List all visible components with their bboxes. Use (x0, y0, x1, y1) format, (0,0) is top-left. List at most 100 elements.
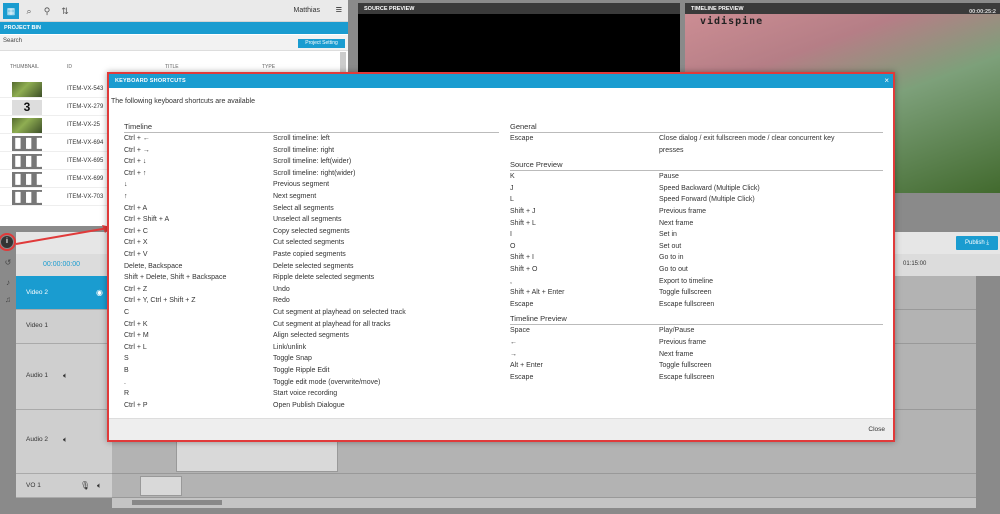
shortcut-description: Set in (659, 231, 677, 239)
section-title: Timeline (124, 122, 153, 131)
track-name: VO 1 (26, 482, 41, 489)
track-video-2[interactable]: Video 2 ◉ (16, 276, 112, 310)
track-name: Video 1 (26, 322, 48, 329)
shortcut-description: Cut segment at playhead for all tracks (273, 320, 391, 328)
column-header-title[interactable]: TITLE (165, 64, 179, 70)
audio-waveform-thumbnail: ▐▌▐▌▐▌ (12, 190, 45, 205)
timeline-preview-timecode: 00:00:25:2 (969, 9, 996, 15)
audio-waveform-thumbnail: ▐▌▐▌▐▌ (12, 154, 45, 169)
row-id: ITEM-VX-703 (67, 194, 104, 200)
shortcut-description: Previous frame (659, 339, 707, 346)
shortcut-description: Go to out (659, 266, 688, 273)
shortcut-description: Previous frame (659, 208, 707, 215)
shortcut-description: Cut segment at playhead on selected trac… (273, 309, 406, 316)
shortcut-key: Ctrl + Y, Ctrl + Shift + Z (124, 297, 196, 305)
shortcut-key: Ctrl + ↓ (124, 158, 147, 166)
shortcut-description: Play/Pause (659, 327, 695, 335)
column-header-type[interactable]: TYPE (262, 64, 275, 70)
microphone-icon[interactable]: 🎙︎ (80, 481, 90, 490)
search-input[interactable]: Search (3, 38, 173, 48)
shortcut-description: Previous segment (273, 181, 330, 189)
shortcut-key: S (124, 355, 129, 363)
shortcut-key: Ctrl + V (124, 251, 148, 258)
user-name[interactable]: Matthias (294, 7, 320, 14)
audio-clip[interactable] (176, 440, 338, 472)
close-button[interactable]: Close (868, 426, 885, 433)
filter-icon[interactable]: ⚲ (39, 3, 55, 19)
undo-icon[interactable]: ↺ (2, 257, 14, 269)
shortcut-description: Select all segments (273, 204, 334, 212)
info-icon[interactable]: i (0, 233, 16, 251)
column-header-thumbnail[interactable]: THUMBNAIL (10, 64, 39, 70)
shortcut-key: . (124, 378, 126, 386)
shortcut-key: ↑ (124, 193, 128, 200)
shortcut-key: Shift + Alt + Enter (510, 289, 565, 297)
shortcut-description: Next frame (659, 219, 694, 227)
shortcut-key: Escape (510, 300, 534, 308)
shortcut-key: R (124, 390, 130, 398)
section-title: Source Preview (510, 160, 563, 170)
track-name: Audio 1 (26, 372, 49, 379)
track-video-1[interactable]: Video 1 (16, 310, 112, 344)
shortcut-description: Toggle Ripple Edit (273, 367, 330, 374)
track-audio-2[interactable]: Audio 2 🔈︎ (16, 410, 112, 474)
timeline-scrollbar[interactable] (112, 498, 976, 508)
speaker-icon[interactable]: 🔈︎ (97, 481, 102, 491)
timeline-scroll-thumb[interactable] (132, 500, 222, 505)
item-thumbnail (12, 82, 42, 97)
speaker-icon[interactable]: 🔈︎ (63, 435, 68, 445)
audio-waveform-thumbnail: ▐▌▐▌▐▌ (12, 136, 45, 151)
speaker-icon[interactable]: 🔈︎ (63, 371, 68, 381)
voice-clip[interactable] (140, 476, 182, 496)
row-id: ITEM-VX-694 (67, 140, 104, 146)
vidispine-logo: vidispine (700, 16, 764, 27)
shortcut-description: Undo (273, 285, 290, 293)
shortcut-key: B (124, 367, 129, 374)
shortcut-description: Speed Backward (Multiple Click) (659, 184, 760, 192)
timeline-start-time: 00:00:00:00 (43, 261, 80, 268)
row-id: ITEM-VX-699 (67, 176, 104, 182)
shortcut-key: Shift + O (510, 266, 538, 273)
shortcut-description: Toggle fullscreen (659, 289, 712, 297)
shortcut-description: Escape fullscreen (659, 373, 715, 381)
shortcut-key: ↓ (124, 181, 128, 189)
column-header-id[interactable]: ID (67, 64, 72, 70)
item-thumbnail (12, 118, 42, 133)
shortcut-description: Unselect all segments (273, 216, 342, 224)
track-vo-1[interactable]: VO 1 🎙︎ 🔈︎ (16, 474, 112, 498)
track-area-vo-1[interactable] (112, 474, 976, 498)
shortcut-key: I (510, 231, 512, 239)
grid-view-icon[interactable]: ▦ (3, 3, 19, 19)
track-audio-1[interactable]: Audio 1 🔈︎ (16, 344, 112, 410)
shortcut-key: O (510, 242, 516, 250)
shortcut-description: Ripple delete selected segments (273, 274, 375, 282)
shortcut-key: Shift + J (510, 208, 536, 215)
menu-icon[interactable]: ≡ (336, 4, 342, 16)
sort-icon[interactable]: ⇅ (57, 3, 73, 19)
audio-track-add-icon[interactable]: ♪ (2, 277, 14, 289)
project-setting-button[interactable]: Project Setting (298, 39, 345, 48)
shortcut-key: L (510, 196, 514, 204)
audio-track-remove-icon[interactable]: ♫ (2, 294, 14, 306)
shortcut-description: Start voice recording (273, 390, 338, 398)
section-title: General (510, 122, 537, 131)
shortcut-description: Pause (659, 173, 679, 181)
dialog-title: KEYBOARD SHORTCUTS (115, 78, 186, 84)
shortcut-key: J (510, 184, 514, 192)
shortcut-key: Ctrl + ← (124, 135, 150, 142)
shortcut-description: Export to timeline (659, 277, 714, 285)
search-icon[interactable]: ⌕ (21, 3, 37, 19)
publish-button[interactable]: Publish ⤓ (956, 236, 998, 250)
shortcut-key: Shift + L (510, 219, 536, 227)
shortcut-key: Escape (510, 373, 534, 381)
section-divider (510, 324, 883, 326)
close-icon[interactable]: × (884, 76, 889, 85)
keyboard-shortcuts-dialog: KEYBOARD SHORTCUTS × The following keybo… (107, 72, 895, 442)
shortcut-description: Paste copied segments (273, 251, 346, 258)
item-thumbnail: 3 (12, 100, 42, 115)
eye-icon[interactable]: ◉ (96, 288, 103, 297)
shortcut-key: Ctrl + → (124, 146, 150, 154)
row-id: ITEM-VX-543 (67, 86, 104, 92)
shortcut-description: Toggle edit mode (overwrite/move) (273, 378, 381, 386)
shortcut-description: Cut selected segments (273, 239, 345, 247)
